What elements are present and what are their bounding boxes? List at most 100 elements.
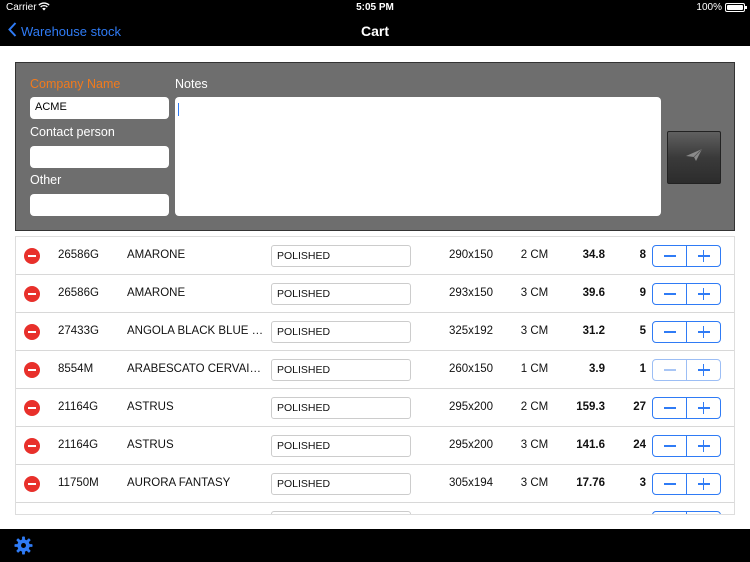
other-label: Other	[30, 173, 62, 187]
decrement-button[interactable]	[653, 398, 687, 418]
increment-button[interactable]	[687, 512, 720, 514]
decrement-button[interactable]	[653, 360, 687, 380]
item-code: 8554M	[58, 363, 94, 375]
item-size: 260x150	[448, 363, 494, 375]
item-price: 159.3	[576, 401, 605, 413]
item-code: 11750M	[58, 477, 99, 489]
item-code: 21164G	[58, 401, 99, 413]
cart-content: Company Name ACME Contact person Other N…	[0, 46, 750, 529]
finish-select[interactable]	[271, 511, 411, 514]
item-name: ASTRUS	[127, 401, 174, 413]
cart-row: 21164G ASTRUS POLISHED 295x200 2 CM 159.3 27	[16, 389, 734, 427]
decrement-button[interactable]	[653, 512, 687, 514]
item-name: ARABESCATO CERVAIOLE	[127, 363, 267, 375]
decrement-button[interactable]	[653, 322, 687, 342]
cart-row: 21164G ASTRUS POLISHED 295x200 3 CM 141.6 24	[16, 427, 734, 465]
finish-select[interactable]: POLISHED	[271, 283, 411, 305]
other-field[interactable]	[30, 194, 169, 216]
item-price: 141.6	[576, 439, 605, 451]
company-name-field[interactable]: ACME	[30, 97, 169, 119]
item-name: AMARONE	[127, 287, 186, 299]
item-code: 21164G	[58, 439, 99, 451]
item-name: AURORA FANTASY	[127, 477, 231, 489]
page-title: Cart	[360, 23, 389, 39]
quantity-stepper[interactable]	[652, 435, 721, 457]
item-thickness: 3 CM	[520, 477, 549, 489]
finish-select[interactable]: POLISHED	[271, 435, 411, 457]
decrement-button[interactable]	[653, 474, 687, 494]
notes-textarea[interactable]	[175, 97, 661, 216]
item-size: 295x200	[448, 439, 494, 451]
item-quantity: 27	[633, 401, 646, 413]
decrement-button[interactable]	[653, 436, 687, 456]
increment-button[interactable]	[687, 284, 720, 304]
increment-button[interactable]	[687, 322, 720, 342]
text-cursor	[178, 103, 179, 116]
quantity-stepper[interactable]	[652, 283, 721, 305]
item-size: 293x150	[448, 287, 494, 299]
item-name: ANGOLA BLACK BLUE M...	[127, 325, 267, 337]
increment-button[interactable]	[687, 474, 720, 494]
quantity-stepper[interactable]	[652, 397, 721, 419]
item-code: 27433G	[58, 325, 99, 337]
item-size: 305x194	[448, 477, 494, 489]
cart-row: 27433G ANGOLA BLACK BLUE M... POLISHED 325x…	[16, 313, 734, 351]
item-name: ASTRUS	[127, 439, 174, 451]
quantity-stepper[interactable]	[652, 245, 721, 267]
decrement-button[interactable]	[653, 284, 687, 304]
item-thickness: 2 CM	[520, 249, 549, 261]
item-price: 39.6	[582, 287, 605, 299]
delete-icon[interactable]	[24, 286, 40, 302]
item-thickness: 3 CM	[520, 325, 549, 337]
item-price: 34.8	[582, 249, 605, 261]
item-quantity: 3	[639, 477, 646, 489]
increment-button[interactable]	[687, 398, 720, 418]
navigation-bar: Warehouse stock Cart	[0, 16, 750, 46]
increment-button[interactable]	[687, 360, 720, 380]
item-price: 3.9	[589, 363, 605, 375]
cart-row: 8554M ARABESCATO CERVAIOLE POLISHED 260x150…	[16, 351, 734, 389]
item-thickness: 3 CM	[520, 439, 549, 451]
item-price: 17.76	[576, 477, 605, 489]
gear-icon[interactable]	[14, 536, 33, 560]
status-bar: Carrier 5:05 PM 100%	[0, 0, 750, 16]
item-size: 325x192	[448, 325, 494, 337]
finish-select[interactable]: POLISHED	[271, 359, 411, 381]
quantity-stepper[interactable]	[652, 511, 721, 514]
delete-icon[interactable]	[24, 400, 40, 416]
quantity-stepper[interactable]	[652, 359, 721, 381]
bottom-toolbar	[0, 529, 750, 562]
item-code: 26586G	[58, 287, 99, 299]
send-button[interactable]	[667, 131, 721, 184]
order-form: Company Name ACME Contact person Other N…	[15, 62, 735, 231]
increment-button[interactable]	[687, 246, 720, 266]
delete-icon[interactable]	[24, 324, 40, 340]
finish-select[interactable]: POLISHED	[271, 321, 411, 343]
cart-row: 26586G AMARONE POLISHED 290x150 2 CM 34.8 8	[16, 237, 734, 275]
company-name-label: Company Name	[30, 77, 121, 91]
quantity-stepper[interactable]	[652, 473, 721, 495]
delete-icon[interactable]	[24, 476, 40, 492]
item-quantity: 9	[639, 287, 646, 299]
item-thickness: 2 CM	[520, 401, 549, 413]
item-thickness: 1 CM	[520, 363, 549, 375]
delete-icon[interactable]	[24, 362, 40, 378]
finish-select[interactable]: POLISHED	[271, 245, 411, 267]
cart-row: 11750M AURORA FANTASY POLISHED 305x194 3 CM 1…	[16, 465, 734, 503]
decrement-button[interactable]	[653, 246, 687, 266]
finish-select[interactable]: POLISHED	[271, 397, 411, 419]
delete-icon[interactable]	[24, 438, 40, 454]
increment-button[interactable]	[687, 436, 720, 456]
quantity-stepper[interactable]	[652, 321, 721, 343]
item-name: AMARONE	[127, 249, 186, 261]
finish-select[interactable]: POLISHED	[271, 473, 411, 495]
item-code: 26586G	[58, 249, 99, 261]
item-quantity: 24	[633, 439, 646, 451]
clock: 5:05 PM	[356, 2, 394, 13]
send-icon	[685, 148, 703, 167]
item-quantity: 1	[639, 363, 646, 375]
notes-label: Notes	[175, 77, 208, 91]
cart-row-partial	[16, 503, 734, 514]
contact-person-field[interactable]	[30, 146, 169, 168]
delete-icon[interactable]	[24, 248, 40, 264]
